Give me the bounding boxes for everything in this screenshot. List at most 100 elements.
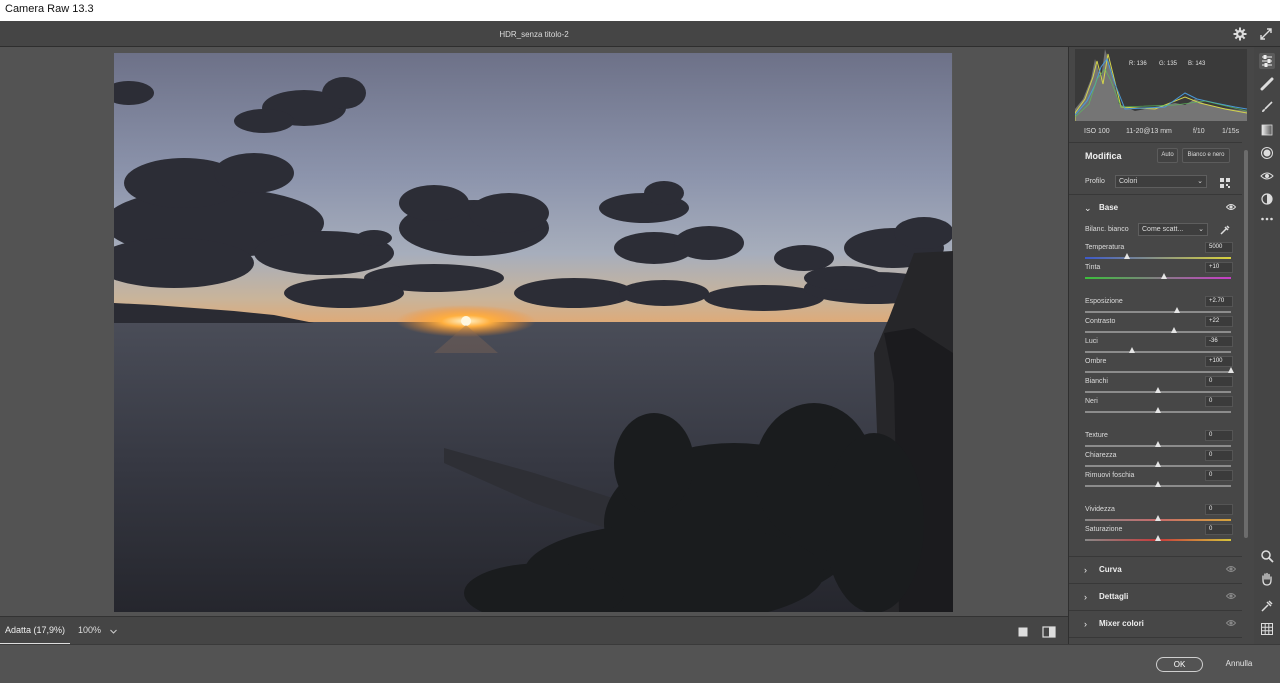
profile-select[interactable]: Colori ⌄ [1115,175,1207,188]
slider-tinta[interactable]: Tinta +10 [1085,262,1233,282]
slider-track[interactable] [1085,351,1231,353]
slider-thumb[interactable] [1171,327,1178,333]
slider-label: Temperatura [1085,244,1125,251]
slider-thumb[interactable] [1155,515,1161,521]
slider-label: Saturazione [1085,526,1123,533]
color-sampler-icon[interactable] [1259,598,1275,614]
exif-aperture: f/10 [1193,128,1205,135]
slider-label: Neri [1085,398,1098,405]
white-balance-select[interactable]: Come scatt... ⌄ [1138,223,1208,236]
eyedropper-icon[interactable] [1219,223,1231,235]
settings-gear-icon[interactable] [1232,26,1248,42]
slider-track[interactable] [1085,257,1231,259]
profile-value: Colori [1119,178,1138,185]
section-header-curva[interactable]: › Curva [1069,557,1247,583]
base-section-title: Base [1099,203,1119,212]
presets-icon[interactable] [1259,191,1275,207]
zoom-dropdown-chevron-icon[interactable] [109,627,118,636]
healing-icon[interactable] [1259,76,1275,92]
more-icon[interactable] [1259,211,1275,227]
slider-thumb[interactable] [1155,407,1161,413]
slider-value-field[interactable]: +22 [1205,316,1233,327]
section-header-mixer-colori[interactable]: › Mixer colori [1069,611,1247,637]
radial-gradient-icon[interactable] [1259,145,1275,161]
slider-thumb[interactable] [1155,461,1161,467]
section-header-dettagli[interactable]: › Dettagli [1069,584,1247,610]
slider-thumb[interactable] [1155,535,1161,541]
cancel-button[interactable]: Annulla [1219,657,1259,672]
slider-esposizione[interactable]: Esposizione +2.70 [1085,296,1233,316]
zoom-fit-button[interactable]: Adatta (17,9%) [0,617,70,645]
exif-shutter: 1/15s [1222,128,1240,135]
grid-icon[interactable] [1259,621,1275,637]
ok-button[interactable]: OK [1156,657,1203,672]
auto-button[interactable]: Auto [1157,148,1178,163]
zoom-icon[interactable] [1259,548,1275,564]
slider-ombre[interactable]: Ombre +100 [1085,356,1234,376]
panel-scrollbar[interactable] [1242,142,1250,640]
visibility-eye-icon[interactable] [1225,619,1237,627]
photo-preview[interactable] [114,53,953,612]
single-view-icon[interactable] [1017,626,1029,638]
white-balance-value: Come scatt... [1142,226,1184,233]
image-canvas[interactable] [0,47,1068,616]
red-eye-icon[interactable] [1259,168,1275,184]
slider-label: Tinta [1085,264,1101,271]
slider-value-field[interactable]: 0 [1205,376,1233,387]
section-title: Mixer colori [1099,619,1144,628]
edit-sliders-icon[interactable] [1259,53,1275,69]
slider-value-field[interactable]: 0 [1205,470,1233,481]
slider-track[interactable] [1085,311,1231,313]
visibility-eye-icon[interactable] [1225,203,1237,211]
slider-thumb[interactable] [1124,253,1131,259]
slider-value-field[interactable]: 0 [1205,524,1233,535]
slider-value-field[interactable]: -36 [1205,336,1233,347]
slider-thumb[interactable] [1155,387,1161,393]
slider-label: Chiarezza [1085,452,1117,459]
slider-saturazione[interactable]: Saturazione 0 [1085,524,1233,544]
divider [1069,142,1247,143]
slider-texture[interactable]: Texture 0 [1085,430,1233,450]
hand-icon[interactable] [1259,571,1275,587]
slider-bianchi[interactable]: Bianchi 0 [1085,376,1233,396]
brush-icon[interactable] [1259,99,1275,115]
histogram-green-readout: G: 135 [1159,61,1178,67]
slider-track[interactable] [1085,277,1231,279]
scrollbar-thumb[interactable] [1244,150,1248,538]
slider-thumb[interactable] [1173,307,1180,313]
slider-chiarezza[interactable]: Chiarezza 0 [1085,450,1233,470]
visibility-eye-icon[interactable] [1225,592,1237,600]
slider-vividezza[interactable]: Vividezza 0 [1085,504,1233,524]
visibility-eye-icon[interactable] [1225,565,1237,573]
slider-value-field[interactable]: +10 [1205,262,1233,273]
slider-value-field[interactable]: 0 [1205,504,1233,515]
window-title: Camera Raw 13.3 [0,0,1280,21]
fullscreen-icon[interactable] [1258,26,1274,42]
slider-thumb[interactable] [1128,347,1135,353]
slider-track[interactable] [1085,371,1231,373]
linear-gradient-icon[interactable] [1259,122,1275,138]
slider-temperatura[interactable]: Temperatura 5000 [1085,242,1233,262]
slider-value-field[interactable]: +100 [1205,356,1233,367]
slider-value-field[interactable]: 5000 [1205,242,1233,253]
slider-contrasto[interactable]: Contrasto +22 [1085,316,1233,336]
slider-track[interactable] [1085,331,1231,333]
slider-thumb[interactable] [1228,367,1234,373]
slider-luci[interactable]: Luci -36 [1085,336,1233,356]
slider-value-field[interactable]: 0 [1205,396,1233,407]
slider-value-field[interactable]: 0 [1205,430,1233,441]
base-section-header[interactable]: ⌄ Base [1069,195,1247,221]
black-white-button[interactable]: Bianco e nero [1182,148,1230,163]
slider-value-field[interactable]: 0 [1205,450,1233,461]
slider-thumb[interactable] [1155,441,1161,447]
before-after-view-icon[interactable] [1042,626,1056,638]
histogram-blue-readout: B: 143 [1188,61,1206,67]
profile-browser-icon[interactable] [1219,176,1231,188]
zoom-100-button[interactable]: 100% [78,617,101,645]
slider-thumb[interactable] [1160,273,1167,279]
slider-neri[interactable]: Neri 0 [1085,396,1233,416]
slider-rimuovi-foschia[interactable]: Rimuovi foschia 0 [1085,470,1233,490]
slider-thumb[interactable] [1155,481,1161,487]
slider-value-field[interactable]: +2.70 [1205,296,1233,307]
dialog-footer: OK Annulla [0,644,1280,683]
